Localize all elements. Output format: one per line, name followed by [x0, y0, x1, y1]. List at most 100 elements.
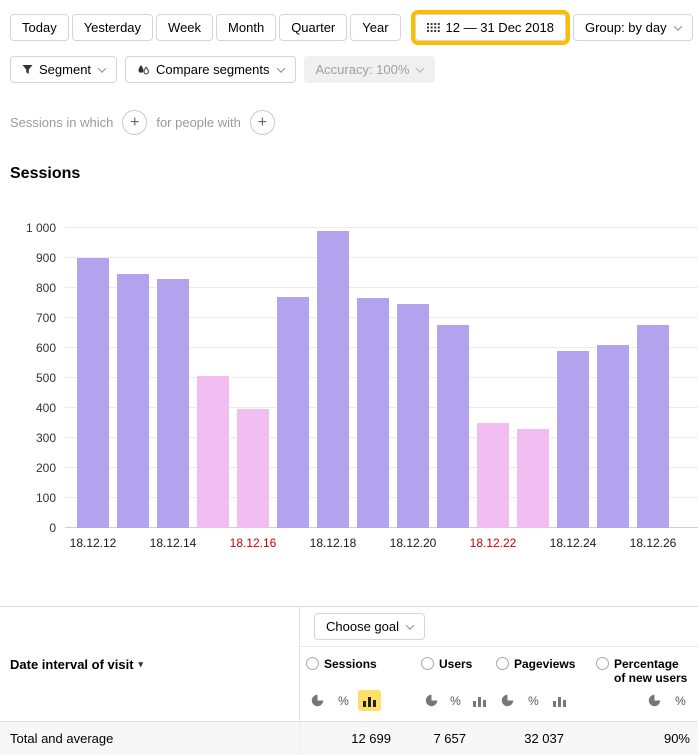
- percent-icon: %: [528, 694, 539, 708]
- choose-goal-row: Choose goal: [300, 607, 698, 647]
- toggle-bars-pageviews[interactable]: [548, 690, 571, 711]
- toggle-percent-pageviews[interactable]: %: [522, 690, 545, 711]
- period-button-today[interactable]: Today: [10, 14, 69, 41]
- accuracy-dropdown[interactable]: Accuracy: 100%: [304, 56, 436, 83]
- y-axis-label: 200: [36, 461, 56, 475]
- funnel-icon: [22, 64, 33, 75]
- percent-icon: %: [450, 694, 461, 708]
- radio-sessions[interactable]: [306, 657, 319, 670]
- group-by-label: Group: by day: [585, 20, 667, 35]
- plus-icon: +: [258, 115, 267, 131]
- bar-18.12.12[interactable]: [77, 258, 109, 528]
- toggle-pie-sessions[interactable]: [306, 690, 329, 711]
- bar-chart-icon: [553, 695, 566, 707]
- metric-column-pageviews: Pageviews %: [490, 647, 590, 721]
- x-axis-label: [433, 536, 473, 550]
- toggle-bars-sessions[interactable]: [358, 690, 381, 711]
- table-left-panel: Date interval of visit ▾: [0, 607, 300, 721]
- bar-18.12.23[interactable]: [517, 429, 549, 528]
- bar-chart-icon: [363, 695, 376, 707]
- bar-18.12.13[interactable]: [117, 274, 149, 528]
- date-range-highlight: 12 — 31 Dec 2018: [411, 10, 570, 45]
- toggle-percent-new-users[interactable]: %: [669, 690, 692, 711]
- bar-18.12.24[interactable]: [557, 351, 589, 528]
- bar-18.12.20[interactable]: [397, 304, 429, 528]
- chart-bars: [73, 228, 673, 528]
- y-axis-label: 900: [36, 251, 56, 265]
- metric-label: Percentage of new users: [614, 657, 692, 686]
- x-axis-label: [113, 536, 153, 550]
- bar-18.12.14[interactable]: [157, 279, 189, 528]
- x-axis-label: 18.12.16: [233, 536, 273, 550]
- y-axis-label: 100: [36, 491, 56, 505]
- period-button-yesterday[interactable]: Yesterday: [72, 14, 153, 41]
- toggle-bars-users[interactable]: [469, 690, 490, 711]
- x-axis-label: 18.12.24: [553, 536, 593, 550]
- metric-column-sessions: Sessions %: [300, 647, 415, 721]
- segmentation-conditions: Sessions in which + for people with +: [0, 83, 698, 135]
- chevron-down-icon: [416, 64, 424, 72]
- bar-18.12.25[interactable]: [597, 345, 629, 528]
- x-axis-label: 18.12.12: [73, 536, 113, 550]
- total-pageviews-value: 32 037: [490, 731, 590, 746]
- toggle-pie-users[interactable]: [421, 690, 442, 711]
- x-axis-label: [353, 536, 393, 550]
- toolbar-periods: Today Yesterday Week Month Quarter Year …: [0, 0, 698, 45]
- toggle-percent-users[interactable]: %: [445, 690, 466, 711]
- x-axis-label: [193, 536, 233, 550]
- pie-chart-icon: [311, 694, 324, 707]
- plus-icon: +: [130, 115, 139, 131]
- bar-18.12.26[interactable]: [637, 325, 669, 528]
- compare-segments-button[interactable]: Compare segments: [125, 56, 295, 83]
- x-axis-label: 18.12.22: [473, 536, 513, 550]
- date-range-button[interactable]: 12 — 31 Dec 2018: [415, 14, 566, 41]
- row-dimension-selector[interactable]: Date interval of visit ▾: [10, 657, 143, 672]
- bar-18.12.18[interactable]: [317, 231, 349, 528]
- pie-chart-icon: [648, 694, 661, 707]
- bar-18.12.16[interactable]: [237, 409, 269, 528]
- compare-segments-label: Compare segments: [156, 62, 269, 77]
- total-sessions-value: 12 699: [300, 731, 415, 746]
- caret-down-icon: ▾: [139, 659, 144, 670]
- radio-pageviews[interactable]: [496, 657, 509, 670]
- bar-18.12.17[interactable]: [277, 297, 309, 528]
- y-axis-label: 600: [36, 341, 56, 355]
- table-right-panel: Choose goal Sessions %: [300, 607, 698, 721]
- period-button-week[interactable]: Week: [156, 14, 213, 41]
- sessions-bar-chart: 01002003004005006007008009001 000 18.12.…: [0, 228, 698, 550]
- accuracy-label: Accuracy: 100%: [316, 62, 410, 77]
- chart-x-labels: 18.12.1218.12.1418.12.1618.12.1818.12.20…: [73, 536, 698, 550]
- radio-new-users-percentage[interactable]: [596, 657, 609, 670]
- bar-18.12.21[interactable]: [437, 325, 469, 528]
- period-button-year[interactable]: Year: [350, 14, 400, 41]
- bar-18.12.15[interactable]: [197, 376, 229, 528]
- total-users-value: 7 657: [415, 731, 490, 746]
- segment-button[interactable]: Segment: [10, 56, 117, 83]
- metric-column-new-users-percentage: Percentage of new users %: [590, 647, 698, 721]
- for-people-with-label: for people with: [156, 115, 241, 130]
- toggle-percent-sessions[interactable]: %: [332, 690, 355, 711]
- bar-18.12.19[interactable]: [357, 298, 389, 528]
- toolbar-segments: Segment Compare segments Accuracy: 100%: [0, 45, 698, 83]
- droplets-icon: [137, 64, 150, 76]
- metric-label: Sessions: [324, 657, 377, 671]
- period-button-month[interactable]: Month: [216, 14, 276, 41]
- total-row-label: Total and average: [0, 722, 300, 755]
- x-axis-label: 18.12.18: [313, 536, 353, 550]
- pie-chart-icon: [425, 694, 438, 707]
- period-button-quarter[interactable]: Quarter: [279, 14, 347, 41]
- radio-users[interactable]: [421, 657, 434, 670]
- add-user-condition-button[interactable]: +: [250, 110, 275, 135]
- bar-18.12.22[interactable]: [477, 423, 509, 528]
- toggle-pie-new-users[interactable]: [643, 690, 666, 711]
- total-row: Total and average 12 699 7 657 32 037 90…: [0, 721, 698, 755]
- chevron-down-icon: [98, 64, 106, 72]
- add-session-condition-button[interactable]: +: [122, 110, 147, 135]
- segment-label: Segment: [39, 62, 91, 77]
- toggle-pie-pageviews[interactable]: [496, 690, 519, 711]
- group-by-dropdown[interactable]: Group: by day: [573, 14, 693, 41]
- choose-goal-button[interactable]: Choose goal: [314, 613, 425, 640]
- metric-column-users: Users %: [415, 647, 490, 721]
- metric-label: Pageviews: [514, 657, 575, 671]
- sessions-in-which-label: Sessions in which: [10, 115, 113, 130]
